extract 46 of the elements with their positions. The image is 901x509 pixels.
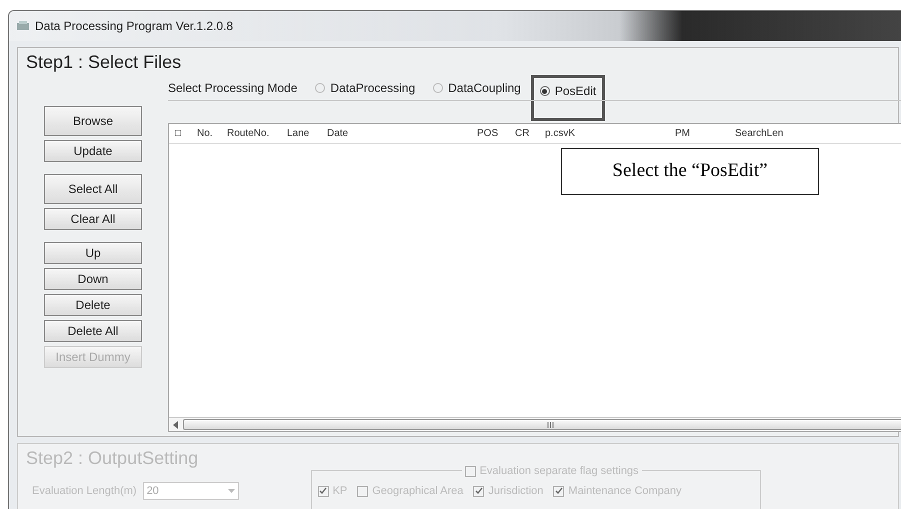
- column-header[interactable]: □: [169, 126, 191, 141]
- step1-title: Step1 : Select Files: [26, 52, 182, 72]
- checkbox[interactable]: [357, 486, 368, 497]
- side-button[interactable]: Up: [44, 242, 142, 264]
- column-header[interactable]: CR: [509, 126, 539, 141]
- column-header[interactable]: PM: [669, 126, 729, 141]
- side-button[interactable]: Delete: [44, 294, 142, 316]
- window-title: Data Processing Program Ver.1.2.0.8: [35, 18, 234, 35]
- mode-radio[interactable]: PosEdit: [540, 82, 596, 100]
- column-header[interactable]: Date: [321, 126, 471, 141]
- column-header[interactable]: No.: [191, 126, 221, 141]
- step2-title: Step2 : OutputSetting: [26, 448, 200, 468]
- side-button[interactable]: Browse: [44, 106, 142, 136]
- flag-group-label: Evaluation separate flag settings: [480, 464, 639, 479]
- callout-text: Select the “PosEdit”: [612, 159, 768, 184]
- horizontal-scrollbar[interactable]: [169, 417, 901, 431]
- grip-icon: [546, 422, 554, 428]
- side-button[interactable]: Down: [44, 268, 142, 290]
- scroll-thumb[interactable]: [183, 419, 901, 430]
- column-header[interactable]: POS: [471, 126, 509, 141]
- checkbox[interactable]: [318, 486, 329, 497]
- checkbox[interactable]: [553, 486, 564, 497]
- app-icon: [17, 21, 29, 31]
- side-button[interactable]: Delete All: [44, 320, 142, 342]
- column-header[interactable]: RouteNo.: [221, 126, 281, 141]
- checkbox[interactable]: [464, 466, 476, 477]
- side-button[interactable]: Select All: [44, 174, 142, 204]
- check-icon: [474, 487, 483, 496]
- check-icon: [319, 487, 328, 496]
- side-button[interactable]: Clear All: [44, 208, 142, 230]
- scroll-left-icon[interactable]: [173, 420, 179, 428]
- mode-radio[interactable]: DataCoupling: [433, 79, 521, 97]
- length-label: Evaluation Length(m): [32, 484, 137, 499]
- mode-radio[interactable]: DataProcessing: [315, 79, 416, 97]
- column-header[interactable]: p.csvK: [539, 126, 669, 141]
- column-header[interactable]: SearchLen: [729, 126, 809, 141]
- column-header[interactable]: Lane: [281, 126, 321, 141]
- caret-icon: [228, 489, 235, 493]
- flag-option-label: Geographical Area: [372, 484, 464, 499]
- flag-option-label: KP: [332, 484, 348, 499]
- check-icon: [554, 487, 563, 496]
- flag-option-label: Jurisdiction: [488, 484, 544, 499]
- flag-option-label: Maintenance Company: [568, 484, 682, 499]
- side-button[interactable]: Update: [44, 140, 142, 162]
- mode-label: Select Processing Mode: [168, 80, 298, 97]
- checkbox[interactable]: [473, 486, 484, 497]
